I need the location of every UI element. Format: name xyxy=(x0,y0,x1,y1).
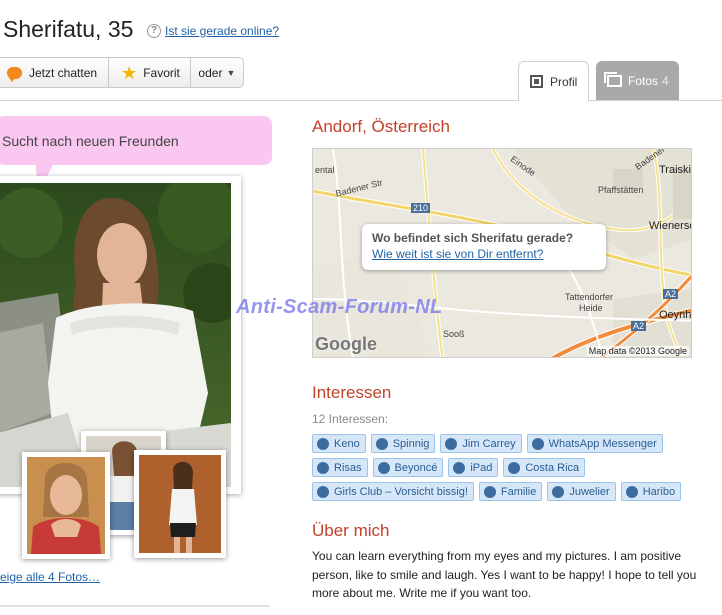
briefcase-icon xyxy=(552,485,565,498)
favorite-button[interactable]: ★ Favorit xyxy=(109,58,192,87)
interests-list: Keno Spinnig Jim Carrey WhatsApp Messeng… xyxy=(312,434,702,506)
tab-profile[interactable]: Profil xyxy=(518,61,589,101)
game-icon xyxy=(317,437,329,450)
map-label: Sooß xyxy=(443,329,465,339)
interest-row: Risas Beyoncé iPad Costa Rica xyxy=(312,458,702,477)
film-icon xyxy=(445,437,458,450)
interest-label: Jim Carrey xyxy=(462,437,516,450)
interest-chip[interactable]: Costa Rica xyxy=(503,458,586,477)
show-all-photos-link[interactable]: eige alle 4 Fotos… xyxy=(0,570,100,584)
location-title: Andorf, Österreich xyxy=(312,117,450,136)
chat-button[interactable]: Jetzt chatten xyxy=(0,58,110,87)
map-label: Oeynha xyxy=(659,309,692,321)
map-label: Wienersdo xyxy=(649,220,691,232)
interest-row: Keno Spinnig Jim Carrey WhatsApp Messeng… xyxy=(312,434,702,453)
guitar-icon xyxy=(453,461,466,474)
interest-chip[interactable]: Juwelier xyxy=(547,482,616,501)
music-note-icon xyxy=(377,461,390,474)
interest-label: Girls Club – Vorsicht bissig! xyxy=(334,485,468,498)
map-tooltip-title: Wo befindet sich Sherifatu gerade? xyxy=(372,231,574,245)
more-dropdown[interactable]: oder ▼ xyxy=(191,58,243,87)
guitar-icon xyxy=(317,461,329,474)
interest-chip[interactable]: WhatsApp Messenger xyxy=(526,434,663,453)
tab-divider xyxy=(0,100,722,101)
google-logo: Google xyxy=(315,334,377,354)
map-label: Tattendorfer xyxy=(565,292,614,302)
trophy-icon xyxy=(375,437,388,450)
tab-photos-count: 4 xyxy=(662,74,669,88)
tv-icon xyxy=(317,485,329,498)
watermark-text: Anti-Scam-Forum-NL xyxy=(236,296,443,318)
interest-label: iPad xyxy=(470,461,493,474)
about-text: You can learn everything from my eyes an… xyxy=(312,549,697,600)
interest-label: WhatsApp Messenger xyxy=(548,437,657,450)
online-status-link[interactable]: Ist sie gerade online? xyxy=(165,24,279,38)
interest-label: Haribo xyxy=(642,485,676,498)
interest-label: Familie xyxy=(500,485,537,498)
interest-label: Spinnig xyxy=(392,437,430,450)
profile-card-icon xyxy=(530,75,543,88)
shop-icon xyxy=(625,485,638,498)
status-bubble: Sucht nach neuen Freunden xyxy=(0,116,272,165)
interests-title: Interessen xyxy=(312,383,392,402)
location-map[interactable]: ental Badener Str Einode Pfaffstätten Tr… xyxy=(312,148,692,358)
tab-photos-label: Fotos xyxy=(628,74,659,88)
photos-stack-icon xyxy=(604,72,622,87)
interest-chip[interactable]: iPad xyxy=(448,458,499,477)
interests-count: 12 Interessen: xyxy=(312,412,389,426)
globe-icon xyxy=(508,461,521,474)
interest-chip[interactable]: Familie xyxy=(478,482,543,501)
action-bar: Jetzt chatten ★ Favorit oder ▼ xyxy=(0,57,244,88)
interest-label: Juwelier xyxy=(569,485,610,498)
map-tooltip: Wo befindet sich Sherifatu gerade? Wie w… xyxy=(362,224,606,270)
star-icon: ★ xyxy=(121,62,138,83)
road-number-badge: A2 xyxy=(631,321,647,331)
tab-photos[interactable]: Fotos 4 xyxy=(596,61,679,101)
interest-chip[interactable]: Risas xyxy=(312,458,368,477)
interest-chip[interactable]: Beyoncé xyxy=(372,458,444,477)
interest-label: Costa Rica xyxy=(525,461,580,474)
map-label: ental xyxy=(315,165,335,175)
profile-name: Sherifatu, 35 xyxy=(3,16,134,42)
section-divider xyxy=(0,605,270,607)
interest-label: Risas xyxy=(334,461,362,474)
map-label: Pfaffstätten xyxy=(598,185,644,195)
help-icon[interactable]: ? xyxy=(147,24,161,38)
interest-label: Beyoncé xyxy=(394,461,438,474)
interest-label: Keno xyxy=(334,437,360,450)
road-number-badge: A2 xyxy=(663,289,679,299)
interest-row: Girls Club – Vorsicht bissig! Familie Ju… xyxy=(312,482,702,501)
more-dropdown-label: oder xyxy=(198,65,223,80)
book-icon xyxy=(483,485,496,498)
chat-button-label: Jetzt chatten xyxy=(29,65,98,80)
map-label: Traiskir xyxy=(659,164,692,176)
interest-chip[interactable]: Haribo xyxy=(620,482,682,501)
road-number-badge: 210 xyxy=(411,203,431,213)
photo-thumbnail[interactable] xyxy=(134,450,226,558)
chevron-down-icon: ▼ xyxy=(226,67,236,78)
interest-chip[interactable]: Jim Carrey xyxy=(440,434,522,453)
interest-chip[interactable]: Keno xyxy=(312,434,366,453)
map-label: Heide xyxy=(579,303,603,313)
chat-bubble-icon xyxy=(7,66,22,82)
about-title: Über mich xyxy=(312,521,390,540)
favorite-button-label: Favorit xyxy=(143,65,180,80)
distance-link[interactable]: Wie weit ist sie von Dir entfernt? xyxy=(372,247,543,261)
map-attribution: Map data ©2013 Google xyxy=(586,346,689,356)
tab-profile-label: Profil xyxy=(550,74,578,89)
leaf-icon xyxy=(531,437,544,450)
interest-chip[interactable]: Spinnig xyxy=(370,434,436,453)
interest-chip[interactable]: Girls Club – Vorsicht bissig! xyxy=(312,482,474,501)
photo-thumbnail[interactable] xyxy=(22,452,110,559)
